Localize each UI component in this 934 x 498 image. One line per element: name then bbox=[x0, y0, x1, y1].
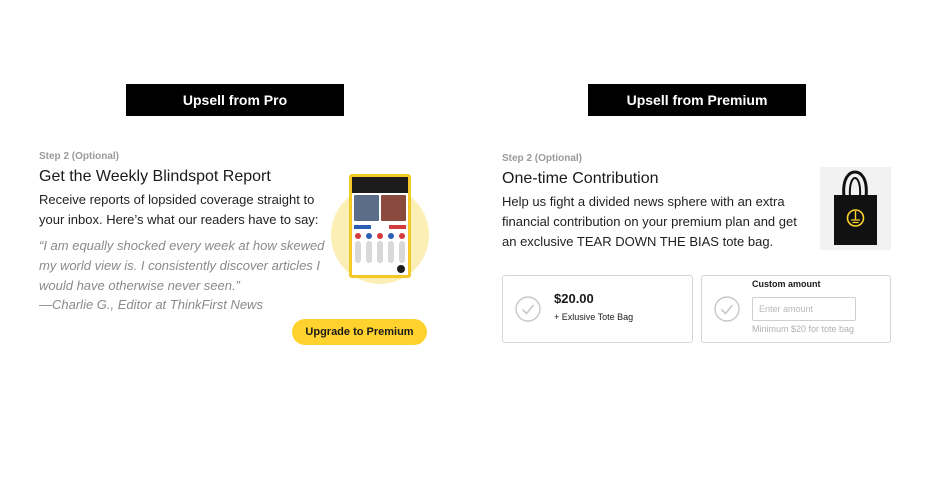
upsell-from-pro-banner: Upsell from Pro bbox=[126, 84, 344, 116]
contribution-amount: $20.00 bbox=[554, 291, 594, 306]
blindspot-report-title: Get the Weekly Blindspot Report bbox=[39, 168, 271, 185]
custom-amount-label: Custom amount bbox=[752, 279, 821, 289]
check-circle-icon bbox=[714, 296, 740, 322]
testimonial-attribution: —Charlie G., Editor at ThinkFirst News bbox=[39, 297, 263, 312]
upsell-from-premium-banner: Upsell from Premium bbox=[588, 84, 806, 116]
step-label: Step 2 (Optional) bbox=[502, 153, 582, 164]
contribution-description: Help us fight a divided news sphere with… bbox=[502, 194, 797, 249]
custom-amount-input[interactable] bbox=[752, 297, 856, 321]
tote-bag-subtitle: + Exlusive Tote Bag bbox=[554, 312, 634, 322]
upgrade-to-premium-button[interactable]: Upgrade to Premium bbox=[292, 319, 427, 345]
check-circle-icon bbox=[515, 296, 541, 322]
reader-testimonial-quote: “I am equally shocked every week at how … bbox=[39, 238, 325, 293]
fixed-contribution-option[interactable]: $20.00 + Exlusive Tote Bag bbox=[502, 275, 693, 343]
blindspot-report-description: Receive reports of lopsided coverage str… bbox=[39, 192, 319, 227]
step-label: Step 2 (Optional) bbox=[39, 151, 119, 162]
one-time-contribution-title: One-time Contribution bbox=[502, 170, 659, 187]
minimum-amount-hint: Minimum $20 for tote bag bbox=[752, 324, 855, 334]
tote-bag-icon bbox=[820, 167, 891, 250]
custom-contribution-option[interactable]: Custom amount Minimum $20 for tote bag bbox=[701, 275, 891, 343]
blindspot-report-phone-preview bbox=[349, 174, 411, 278]
